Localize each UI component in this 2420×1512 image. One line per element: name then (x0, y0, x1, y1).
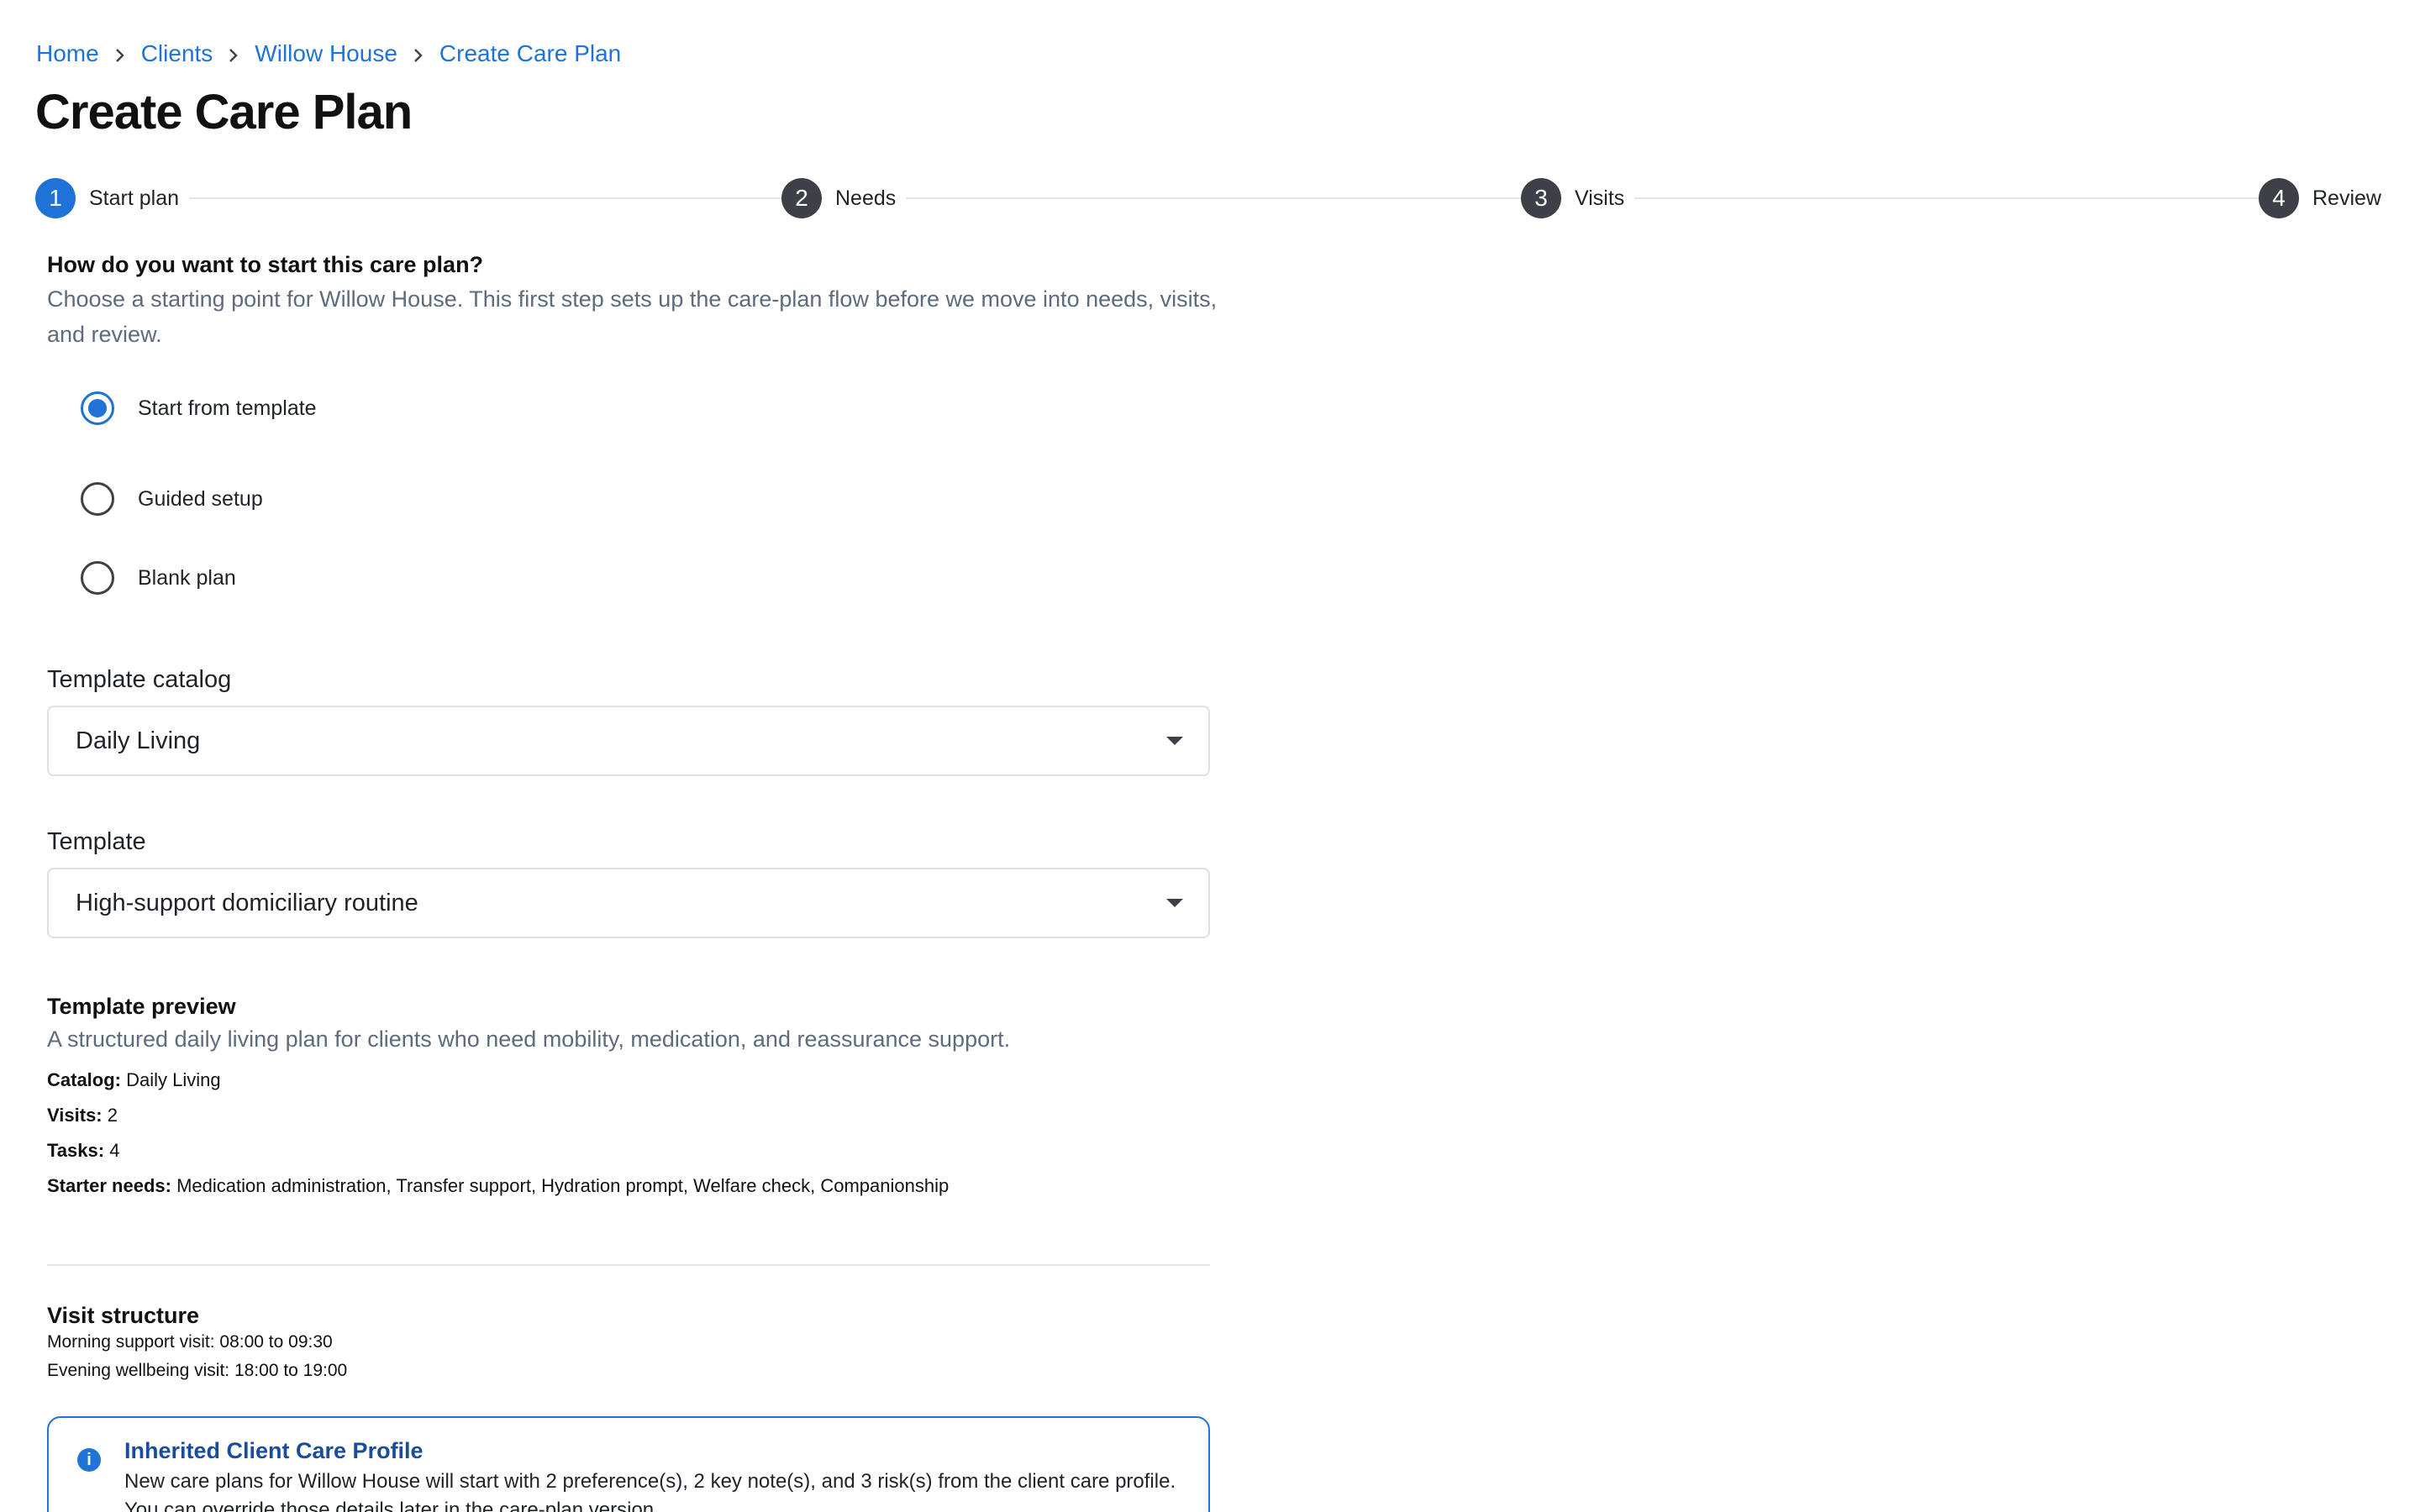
breadcrumb: Home Clients Willow House Create Care Pl… (36, 37, 621, 71)
step-label: Review (2312, 186, 2381, 210)
template-catalog-label: Template catalog (47, 666, 232, 693)
meta-key: Tasks: (47, 1140, 105, 1161)
template-preview: Template preview A structured daily livi… (47, 994, 1210, 1197)
breadcrumb-create-care-plan[interactable]: Create Care Plan (439, 40, 621, 67)
step-needs[interactable]: 2 Needs (781, 178, 907, 218)
step-number: 1 (35, 178, 76, 218)
alert-text: New care plans for Willow House will sta… (124, 1470, 1176, 1512)
preview-tasks: Tasks: 4 (47, 1140, 1210, 1162)
stepper-connector (1632, 197, 2296, 199)
stepper-connector (892, 197, 1556, 199)
meta-value: 2 (107, 1105, 118, 1126)
select-value: Daily Living (76, 727, 201, 754)
step-label: Start plan (89, 186, 180, 210)
step-number: 3 (1521, 178, 1561, 218)
radio-checked[interactable] (81, 391, 114, 425)
chevron-right-icon (99, 40, 141, 67)
visit-structure-title: Visit structure (47, 1303, 200, 1328)
meta-value: Daily Living (126, 1069, 221, 1090)
radio-unchecked[interactable] (81, 482, 114, 516)
step-visits[interactable]: 3 Visits (1521, 178, 1635, 218)
radio-label: Blank plan (138, 565, 236, 590)
template-catalog-select[interactable]: Daily Living (47, 706, 1210, 776)
step-review[interactable]: 4 Review (2259, 178, 2391, 218)
inherited-profile-alert: i Inherited Client Care Profile New care… (47, 1416, 1210, 1512)
caret-down-icon (1166, 737, 1183, 745)
meta-value: 4 (109, 1140, 120, 1161)
breadcrumb-clients[interactable]: Clients (141, 40, 213, 67)
info-icon: i (77, 1448, 101, 1472)
step-start-plan[interactable]: 1 Start plan (35, 178, 190, 218)
breadcrumb-home[interactable]: Home (36, 40, 99, 67)
template-catalog-field: Template catalog Daily Living (47, 666, 1210, 776)
breadcrumb-willow-house[interactable]: Willow House (255, 40, 397, 67)
stepper-connector (161, 197, 783, 199)
preview-description: A structured daily living plan for clien… (47, 1026, 1011, 1052)
step-number: 4 (2259, 178, 2299, 218)
alert-body: Inherited Client Care Profile New care p… (124, 1438, 1183, 1512)
start-question: How do you want to start this care plan? (47, 252, 484, 277)
option-guided-setup[interactable]: Guided setup (81, 459, 1210, 538)
meta-key: Visits: (47, 1105, 103, 1126)
visit-structure: Visit structure Morning support visit: 0… (47, 1303, 1210, 1381)
template-field: Template High-support domiciliary routin… (47, 828, 1210, 938)
chevron-right-icon (213, 40, 255, 67)
stepper: 1 Start plan 2 Needs 3 Visits 4 Review (35, 178, 2391, 218)
meta-key: Starter needs: (47, 1175, 171, 1196)
caret-down-icon (1166, 899, 1183, 907)
visit-row: Evening wellbeing visit: 18:00 to 19:00 (47, 1361, 348, 1380)
step-label: Needs (835, 186, 897, 210)
visit-row: Morning support visit: 08:00 to 09:30 (47, 1332, 333, 1352)
meta-value: Medication administration, Transfer supp… (176, 1175, 950, 1196)
template-label: Template (47, 828, 146, 855)
preview-visits: Visits: 2 (47, 1105, 1210, 1126)
option-blank-plan[interactable]: Blank plan (81, 538, 1210, 617)
preview-catalog: Catalog: Daily Living (47, 1069, 1210, 1091)
radio-label: Guided setup (138, 486, 263, 511)
alert-title: Inherited Client Care Profile (124, 1438, 424, 1463)
page: Home Clients Willow House Create Care Pl… (0, 0, 2420, 1512)
page-title: Create Care Plan (35, 85, 413, 139)
option-start-from-template[interactable]: Start from template (81, 381, 1210, 436)
chevron-right-icon (397, 40, 439, 67)
select-value: High-support domiciliary routine (76, 889, 418, 916)
meta-key: Catalog: (47, 1069, 121, 1090)
start-helper-text: Choose a starting point for Willow House… (47, 286, 1218, 347)
step-label: Visits (1575, 186, 1625, 210)
radio-label: Start from template (138, 396, 317, 420)
radio-unchecked[interactable] (81, 561, 114, 595)
start-option-group: Start from template Guided setup Blank p… (81, 381, 1210, 617)
preview-starter-needs: Starter needs: Medication administration… (47, 1175, 1210, 1197)
step-number: 2 (781, 178, 822, 218)
preview-title: Template preview (47, 994, 236, 1019)
template-select[interactable]: High-support domiciliary routine (47, 868, 1210, 938)
section-divider (47, 1264, 1210, 1266)
start-plan-form: How do you want to start this care plan?… (47, 252, 1217, 1512)
